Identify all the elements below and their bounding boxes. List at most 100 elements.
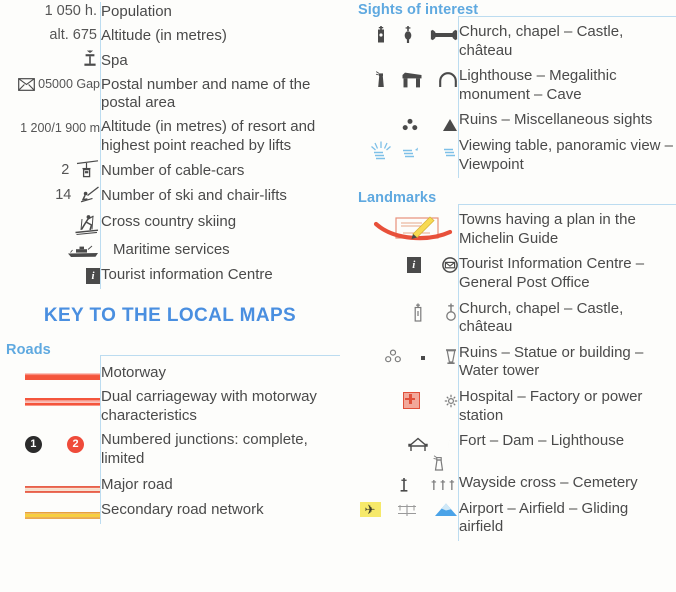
legend-row-ruins-statue-watertower: Ruins – Statue or building – Water tower [340, 340, 676, 385]
factory-power-station-icon [444, 393, 458, 408]
legend-label-population: Population [100, 2, 340, 25]
symbol-cell [340, 205, 459, 253]
cross-country-skier-icon [72, 213, 100, 237]
legend-label-spa: Spa [100, 48, 340, 74]
legend-row-info-post: i Tourist Information Centre – General P… [340, 252, 676, 297]
town-plan-icon [372, 214, 458, 244]
chairlift-skier-icon [78, 186, 100, 206]
ferry-boat-icon [66, 243, 100, 259]
legend-label-hospital-factory: Hospital – Factory or power station [458, 384, 676, 430]
legend-label-town-plan: Towns having a plan in the Michelin Guid… [458, 204, 676, 253]
symbol-cell [340, 385, 459, 429]
postal-code-value: 05000 Gap [38, 76, 100, 91]
major-road-swatch [25, 484, 100, 495]
symbol-cell [340, 297, 459, 341]
ruins-icon [401, 118, 419, 133]
airport-icon: ✈ [359, 502, 381, 518]
legend-row-secondary-road: Secondary road network [0, 498, 340, 524]
legend-label-ruins-statue-watertower: Ruins – Statue or building – Water tower [458, 340, 676, 385]
dam-icon [444, 436, 458, 453]
symbol-cell [340, 108, 459, 134]
tourist-information-icon: i [406, 257, 421, 274]
megalithic-monument-icon [401, 72, 423, 88]
symbol-cell [340, 429, 459, 471]
chapel-icon [402, 25, 414, 44]
legend-row-hospital-factory: Hospital – Factory or power station [340, 384, 676, 430]
symbol-cell [0, 473, 101, 499]
lighthouse-icon [375, 71, 387, 88]
envelope-icon [17, 77, 35, 92]
legend-row-postal: 05000 Gap Postal number and name of the … [0, 73, 340, 116]
airfield-icon [396, 502, 418, 518]
secondary-road-swatch [25, 510, 100, 521]
legend-row-spa: Spa [0, 48, 340, 74]
wayside-cross-icon [399, 477, 409, 493]
legend-label-ski-lifts: Number of ski and chair-lifts [100, 183, 340, 209]
legend-label-junctions: Numbered junctions: complete, limited [100, 429, 340, 473]
symbol-cell [340, 64, 459, 108]
legend-row-maritime: Maritime services [0, 237, 340, 263]
legend-row-town-plan: Towns having a plan in the Michelin Guid… [340, 204, 676, 253]
legend-row-cross-country: Cross country skiing [0, 208, 340, 238]
cave-icon [438, 71, 458, 88]
legend-label-secondary-road: Secondary road network [100, 498, 340, 524]
legend-label-maritime: Maritime services [100, 237, 340, 263]
legend-row-lighthouse-megalith-cave: Lighthouse – Megalithic monument – Cave [340, 64, 676, 109]
map-legend-page: 1 050 h. Population alt. 675 Altitude (i… [0, 0, 676, 592]
resort-legend-table: 1 050 h. Population alt. 675 Altitude (i… [0, 2, 340, 289]
landmarks-legend-table: Towns having a plan in the Michelin Guid… [340, 204, 676, 541]
motorway-swatch [25, 372, 100, 382]
legend-label-cross-country: Cross country skiing [100, 208, 340, 238]
tourist-information-icon: i [86, 267, 100, 284]
symbol-cell: i [340, 252, 459, 296]
legend-row-altitude: alt. 675 Altitude (in metres) [0, 24, 340, 49]
castle-chateau-icon [430, 27, 458, 42]
legend-label-altitude: Altitude (in metres) [100, 24, 340, 49]
legend-row-junctions: 1 2 Numbered junctions: complete, limite… [0, 429, 340, 473]
hospital-icon [402, 391, 420, 409]
symbol-cell [0, 208, 101, 237]
legend-row-church-castle: Church, chapel – Castle, château [340, 16, 676, 65]
right-column: Sights of interest Church, chapel – Cast… [340, 0, 676, 592]
legend-row-cable-cars: 2 Number of cable-cars [0, 158, 340, 184]
legend-row-ski-lifts: 14 Number of ski and chair-lifts [0, 183, 340, 209]
roads-legend-table: Motorway Dual carriageway with motorway … [0, 354, 340, 524]
numbered-junction-limited-icon: 2 [67, 436, 84, 454]
water-tower-icon [444, 348, 458, 365]
miscellaneous-sights-icon [442, 118, 458, 133]
fort-icon [407, 437, 429, 453]
church-icon [375, 25, 387, 44]
symbol-cell [340, 471, 459, 497]
legend-label-wayside-cemetery: Wayside cross – Cemetery [458, 471, 676, 497]
legend-label-ruins-misc: Ruins – Miscellaneous sights [458, 108, 676, 134]
symbol-cell: i [0, 263, 101, 289]
legend-row-dual-carriageway: Dual carriageway with motorway character… [0, 386, 340, 430]
resort-altitude-value: 1 200/1 900 m [20, 120, 100, 135]
legend-row-church-castle-landmark: Church, chapel – Castle, château [340, 296, 676, 341]
legend-label-viewing-table: Viewing table, panoramic view – Viewpoin… [458, 133, 676, 179]
symbol-cell [0, 498, 101, 524]
symbol-cell [340, 134, 459, 178]
sights-legend-table: Church, chapel – Castle, château Lightho… [340, 16, 676, 179]
ski-lift-count: 14 [55, 187, 72, 204]
legend-row-airport: ✈ Airport – Airfield – Gliding airfield [340, 496, 676, 541]
legend-label-motorway: Motorway [100, 354, 340, 387]
symbol-cell: 05000 Gap [0, 74, 101, 116]
symbol-cell: 1 2 [0, 429, 101, 472]
legend-row-viewing-table: Viewing table, panoramic view – Viewpoin… [340, 133, 676, 179]
spa-fountain-icon [80, 50, 100, 69]
legend-row-fort-dam-lighthouse: Fort – Dam – Lighthouse [340, 429, 676, 472]
altitude-value: alt. 675 [49, 26, 97, 43]
dual-carriageway-swatch [25, 396, 100, 408]
legend-label-church-castle-landmark: Church, chapel – Castle, château [458, 296, 676, 341]
legend-label-church-castle: Church, chapel – Castle, château [458, 16, 676, 65]
symbol-cell [340, 341, 459, 385]
symbol-cell: 1 050 h. [0, 2, 101, 25]
legend-row-tourist-info: i Tourist information Centre [0, 262, 340, 289]
legend-label-major-road: Major road [100, 472, 340, 499]
cable-car-icon [76, 160, 100, 180]
key-to-local-maps-title: KEY TO THE LOCAL MAPS [43, 304, 297, 326]
legend-row-motorway: Motorway [0, 354, 340, 387]
lighthouse-icon [432, 455, 446, 471]
gliding-airfield-icon [434, 502, 458, 518]
